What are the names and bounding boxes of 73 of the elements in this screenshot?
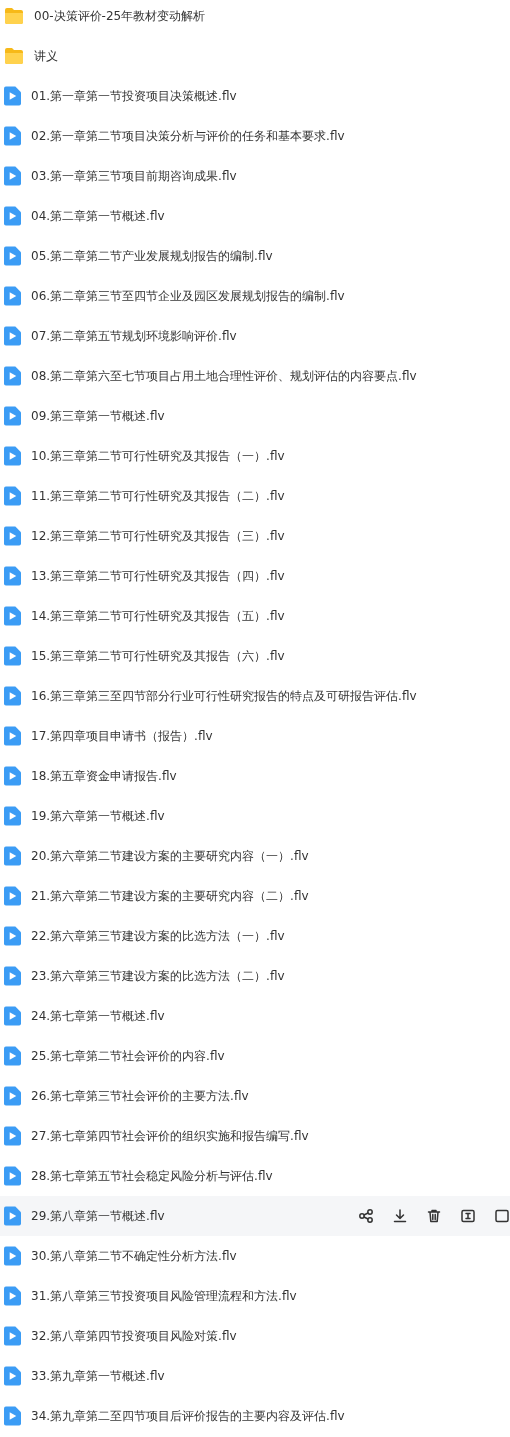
file-row[interactable]: 16.第三章第三至四节部分行业可行性研究报告的特点及可研报告评估.flv [0, 676, 510, 716]
file-name: 04.第二章第一节概述.flv [31, 207, 165, 225]
file-row[interactable]: 19.第六章第一节概述.flv [0, 796, 510, 836]
file-row[interactable]: 23.第六章第三节建设方案的比选方法（二）.flv [0, 956, 510, 996]
file-row[interactable]: 17.第四章项目申请书（报告）.flv [0, 716, 510, 756]
file-row[interactable]: 02.第一章第二节项目决策分析与评价的任务和基本要求.flv [0, 116, 510, 156]
file-name: 06.第二章第三节至四节企业及园区发展规划报告的编制.flv [31, 287, 345, 305]
file-name: 03.第一章第三节项目前期咨询成果.flv [31, 167, 237, 185]
file-name: 17.第四章项目申请书（报告）.flv [31, 727, 213, 745]
file-row[interactable]: 01.第一章第一节投资项目决策概述.flv [0, 76, 510, 116]
file-row[interactable]: 08.第二章第六至七节项目占用土地合理性评价、规划评估的内容要点.flv [0, 356, 510, 396]
file-name: 34.第九章第二至四节项目后评价报告的主要内容及评估.flv [31, 1407, 345, 1425]
file-row[interactable]: 26.第七章第三节社会评价的主要方法.flv [0, 1076, 510, 1116]
file-name: 32.第八章第四节投资项目风险对策.flv [31, 1327, 237, 1345]
file-row[interactable]: 21.第六章第二节建设方案的主要研究内容（二）.flv [0, 876, 510, 916]
file-name: 10.第三章第二节可行性研究及其报告（一）.flv [31, 447, 285, 465]
file-name: 18.第五章资金申请报告.flv [31, 767, 177, 785]
file-name: 16.第三章第三至四节部分行业可行性研究报告的特点及可研报告评估.flv [31, 687, 417, 705]
file-name: 28.第七章第五节社会稳定风险分析与评估.flv [31, 1167, 273, 1185]
file-name: 07.第二章第五节规划环境影响评价.flv [31, 327, 237, 345]
file-name: 25.第七章第二节社会评价的内容.flv [31, 1047, 225, 1065]
file-name: 26.第七章第三节社会评价的主要方法.flv [31, 1087, 249, 1105]
file-row[interactable]: 33.第九章第一节概述.flv [0, 1356, 510, 1396]
file-row[interactable]: 18.第五章资金申请报告.flv [0, 756, 510, 796]
file-row[interactable]: 03.第一章第三节项目前期咨询成果.flv [0, 156, 510, 196]
file-row[interactable]: 00-决策评价-25年教材变动解析 [0, 0, 510, 36]
file-name: 31.第八章第三节投资项目风险管理流程和方法.flv [31, 1287, 297, 1305]
file-name: 13.第三章第二节可行性研究及其报告（四）.flv [31, 567, 285, 585]
file-name: 30.第八章第二节不确定性分析方法.flv [31, 1247, 237, 1265]
file-name: 01.第一章第一节投资项目决策概述.flv [31, 87, 237, 105]
file-name: 33.第九章第一节概述.flv [31, 1367, 165, 1385]
file-row[interactable]: 22.第六章第三节建设方案的比选方法（一）.flv [0, 916, 510, 956]
file-name: 19.第六章第一节概述.flv [31, 807, 165, 825]
file-row[interactable]: 06.第二章第三节至四节企业及园区发展规划报告的编制.flv [0, 276, 510, 316]
file-row[interactable]: 27.第七章第四节社会评价的组织实施和报告编写.flv [0, 1116, 510, 1156]
file-row[interactable]: 24.第七章第一节概述.flv [0, 996, 510, 1036]
file-name: 29.第八章第一节概述.flv [31, 1207, 165, 1225]
file-row[interactable]: 07.第二章第五节规划环境影响评价.flv [0, 316, 510, 356]
file-row[interactable]: 09.第三章第一节概述.flv [0, 396, 510, 436]
file-row[interactable]: 29.第八章第一节概述.flv [0, 1196, 510, 1236]
file-name: 15.第三章第二节可行性研究及其报告（六）.flv [31, 647, 285, 665]
share-icon[interactable] [356, 1206, 376, 1226]
file-row[interactable]: 34.第九章第二至四节项目后评价报告的主要内容及评估.flv [0, 1396, 510, 1436]
file-row[interactable]: 32.第八章第四节投资项目风险对策.flv [0, 1316, 510, 1356]
file-row[interactable]: 13.第三章第二节可行性研究及其报告（四）.flv [0, 556, 510, 596]
file-name: 14.第三章第二节可行性研究及其报告（五）.flv [31, 607, 285, 625]
file-name: 20.第六章第二节建设方案的主要研究内容（一）.flv [31, 847, 309, 865]
file-name: 讲义 [34, 47, 58, 65]
file-name: 21.第六章第二节建设方案的主要研究内容（二）.flv [31, 887, 309, 905]
file-row[interactable]: 12.第三章第二节可行性研究及其报告（三）.flv [0, 516, 510, 556]
file-name: 00-决策评价-25年教材变动解析 [34, 7, 206, 25]
file-row[interactable]: 31.第八章第三节投资项目风险管理流程和方法.flv [0, 1276, 510, 1316]
file-name: 12.第三章第二节可行性研究及其报告（三）.flv [31, 527, 285, 545]
file-name: 08.第二章第六至七节项目占用土地合理性评价、规划评估的内容要点.flv [31, 367, 417, 385]
file-row[interactable]: 15.第三章第二节可行性研究及其报告（六）.flv [0, 636, 510, 676]
file-row[interactable]: 30.第八章第二节不确定性分析方法.flv [0, 1236, 510, 1276]
file-name: 09.第三章第一节概述.flv [31, 407, 165, 425]
file-row[interactable]: 14.第三章第二节可行性研究及其报告（五）.flv [0, 596, 510, 636]
file-row[interactable]: 25.第七章第二节社会评价的内容.flv [0, 1036, 510, 1076]
file-name: 22.第六章第三节建设方案的比选方法（一）.flv [31, 927, 285, 945]
file-row[interactable]: 讲义 [0, 36, 510, 76]
file-name: 27.第七章第四节社会评价的组织实施和报告编写.flv [31, 1127, 309, 1145]
file-name: 05.第二章第二节产业发展规划报告的编制.flv [31, 247, 273, 265]
file-row[interactable]: 20.第六章第二节建设方案的主要研究内容（一）.flv [0, 836, 510, 876]
file-row[interactable]: 10.第三章第二节可行性研究及其报告（一）.flv [0, 436, 510, 476]
file-row[interactable]: 28.第七章第五节社会稳定风险分析与评估.flv [0, 1156, 510, 1196]
file-row[interactable]: 05.第二章第二节产业发展规划报告的编制.flv [0, 236, 510, 276]
file-name: 24.第七章第一节概述.flv [31, 1007, 165, 1025]
file-name: 11.第三章第二节可行性研究及其报告（二）.flv [31, 487, 285, 505]
file-name: 02.第一章第二节项目决策分析与评价的任务和基本要求.flv [31, 127, 345, 145]
file-row[interactable]: 04.第二章第一节概述.flv [0, 196, 510, 236]
file-name: 23.第六章第三节建设方案的比选方法（二）.flv [31, 967, 285, 985]
file-row[interactable]: 11.第三章第二节可行性研究及其报告（二）.flv [0, 476, 510, 516]
